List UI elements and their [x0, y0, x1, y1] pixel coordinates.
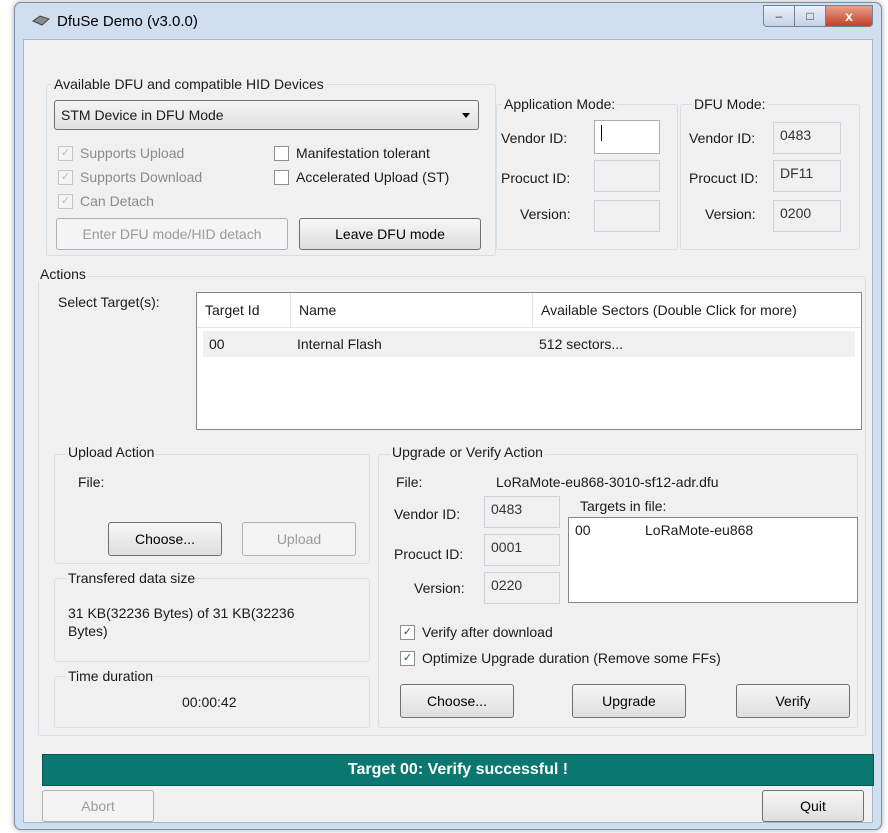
accelerated-upload-label: Accelerated Upload (ST)	[296, 169, 450, 185]
app-vendor-field[interactable]	[594, 120, 660, 154]
upgrade-verify-label: Upgrade or Verify Action	[390, 444, 545, 460]
maximize-icon: □	[806, 9, 814, 23]
dfu-vendor-label: Vendor ID:	[689, 130, 756, 146]
app-product-field	[594, 160, 660, 192]
accelerated-upload-checkbox[interactable]: Accelerated Upload (ST)	[274, 169, 449, 185]
dfu-version-field: 0200	[773, 200, 841, 232]
upload-button[interactable]: Upload	[242, 522, 356, 556]
manifestation-tolerant-label: Manifestation tolerant	[296, 145, 430, 161]
upgrade-product-label: Procuct ID:	[394, 546, 464, 562]
upload-action-label: Upload Action	[66, 444, 157, 460]
target-sectors-cell: 512 sectors...	[539, 336, 624, 352]
device-select[interactable]: STM Device in DFU Mode	[54, 100, 479, 130]
window-title: DfuSe Demo (v3.0.0)	[57, 13, 198, 30]
dfu-vendor-field: 0483	[773, 122, 841, 154]
target-name-cell: Internal Flash	[297, 336, 382, 352]
upgrade-vendor-field: 0483	[484, 496, 560, 528]
app-version-field	[594, 200, 660, 232]
upgrade-choose-button[interactable]: Choose...	[400, 684, 514, 718]
optimize-upgrade-label: Optimize Upgrade duration (Remove some F…	[422, 650, 721, 666]
target-file-id: 00	[575, 522, 591, 538]
close-button[interactable]: x	[826, 5, 873, 27]
time-duration-label: Time duration	[66, 668, 156, 684]
upgrade-product-field: 0001	[484, 534, 560, 566]
checkmark-icon: ✓	[58, 169, 73, 185]
table-row[interactable]: 00 Internal Flash 512 sectors...	[203, 331, 855, 357]
time-duration-value: 00:00:42	[182, 694, 237, 710]
verify-after-download-checkbox[interactable]: ✓ Verify after download	[400, 624, 553, 640]
targets-list-header: Target Id Name Available Sectors (Double…	[197, 293, 861, 328]
can-detach-checkbox[interactable]: ✓ Can Detach	[58, 193, 154, 209]
select-targets-label: Select Target(s):	[58, 294, 160, 310]
app-icon	[31, 15, 50, 26]
enter-dfu-button[interactable]: Enter DFU mode/HID detach	[56, 218, 288, 250]
column-header[interactable]: Available Sectors (Double Click for more…	[533, 293, 861, 327]
title-bar[interactable]: DfuSe Demo (v3.0.0) – □ x	[15, 3, 881, 39]
app-product-label: Procuct ID:	[501, 170, 571, 186]
device-select-value: STM Device in DFU Mode	[61, 107, 224, 123]
targets-in-file-label: Targets in file:	[580, 498, 667, 514]
dfu-version-label: Version:	[705, 206, 756, 222]
status-bar: Target 00: Verify successful !	[42, 754, 874, 786]
upgrade-button[interactable]: Upgrade	[572, 684, 686, 718]
column-header[interactable]: Name	[291, 293, 533, 327]
app-vendor-label: Vendor ID:	[501, 130, 568, 146]
target-id-cell: 00	[209, 336, 225, 352]
abort-button[interactable]: Abort	[42, 790, 154, 822]
upgrade-file-name: LoRaMote-eu868-3010-sf12-adr.dfu	[496, 474, 719, 490]
upload-choose-button[interactable]: Choose...	[108, 522, 222, 556]
devices-group-label: Available DFU and compatible HID Devices	[52, 76, 326, 92]
leave-dfu-button[interactable]: Leave DFU mode	[299, 218, 481, 250]
close-icon: x	[845, 8, 853, 24]
upgrade-version-label: Version:	[414, 580, 465, 596]
upgrade-vendor-label: Vendor ID:	[394, 506, 461, 522]
application-mode-label: Application Mode:	[502, 96, 618, 112]
maximize-button[interactable]: □	[795, 5, 826, 27]
quit-button[interactable]: Quit	[762, 790, 864, 822]
minimize-button[interactable]: –	[763, 5, 795, 27]
dfu-mode-label: DFU Mode:	[692, 96, 768, 112]
optimize-upgrade-checkbox[interactable]: ✓ Optimize Upgrade duration (Remove some …	[400, 650, 721, 666]
can-detach-label: Can Detach	[80, 193, 154, 209]
upgrade-version-field: 0220	[484, 572, 560, 604]
supports-download-checkbox[interactable]: ✓ Supports Download	[58, 169, 202, 185]
transfer-size-value: 31 KB(32236 Bytes) of 31 KB(32236 Bytes)	[68, 605, 295, 639]
checkmark-icon: ✓	[58, 193, 73, 209]
verify-after-download-label: Verify after download	[422, 624, 553, 640]
target-file-name: LoRaMote-eu868	[645, 522, 754, 538]
dfu-product-label: Procuct ID:	[689, 170, 759, 186]
upload-file-label: File:	[78, 474, 105, 490]
verify-button[interactable]: Verify	[736, 684, 850, 718]
actions-label: Actions	[38, 266, 88, 282]
column-header[interactable]: Target Id	[197, 293, 291, 327]
minimize-icon: –	[775, 9, 783, 23]
app-version-label: Version:	[520, 206, 571, 222]
supports-upload-checkbox[interactable]: ✓ Supports Upload	[58, 145, 184, 161]
targets-list[interactable]: Target Id Name Available Sectors (Double…	[196, 292, 862, 430]
client-area: Available DFU and compatible HID Devices…	[23, 39, 874, 823]
transfer-size-label: Transfered data size	[66, 570, 198, 586]
list-item[interactable]: 00 LoRaMote-eu868	[575, 522, 845, 538]
status-text: Target 00: Verify successful !	[347, 761, 569, 778]
checkmark-icon: ✓	[58, 145, 73, 161]
checkmark-icon: ✓	[400, 650, 415, 666]
supports-download-label: Supports Download	[80, 169, 203, 185]
upgrade-file-label: File:	[396, 474, 423, 490]
chevron-down-icon	[462, 113, 470, 118]
app-window: DfuSe Demo (v3.0.0) – □ x Available DFU …	[14, 2, 882, 830]
targets-in-file-list[interactable]: 00 LoRaMote-eu868	[568, 517, 858, 603]
dfu-product-field: DF11	[773, 160, 841, 192]
supports-upload-label: Supports Upload	[80, 145, 185, 161]
manifestation-tolerant-checkbox[interactable]: Manifestation tolerant	[274, 145, 430, 161]
checkmark-icon: ✓	[400, 624, 415, 640]
